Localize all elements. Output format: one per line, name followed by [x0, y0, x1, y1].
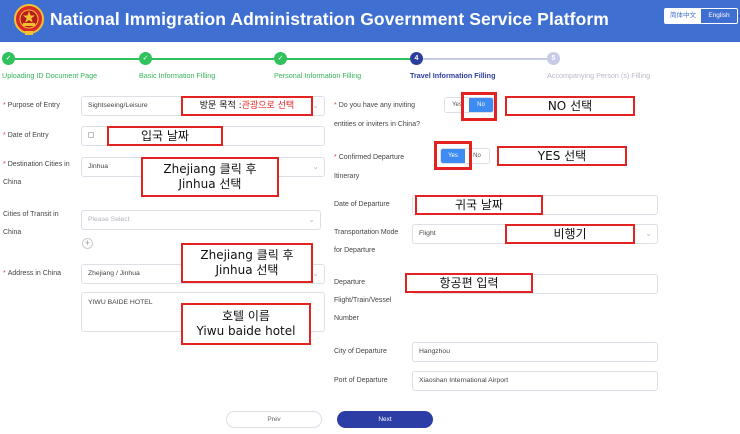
destination-cities-label: * Destination Cities in China — [3, 161, 70, 186]
add-transit-city-button[interactable]: + — [82, 238, 93, 249]
lang-chinese-button[interactable]: 简体中文 — [665, 9, 701, 23]
lang-english-button[interactable]: English — [701, 9, 737, 23]
chevron-down-icon: ⌄ — [645, 229, 652, 238]
city-of-departure-label: City of Departure — [334, 348, 387, 355]
city-of-departure-select[interactable]: Hangzhou — [412, 342, 658, 362]
highlight-yes-option — [434, 141, 472, 170]
step-line-done — [14, 58, 410, 60]
step-5-number: 5 — [547, 52, 560, 65]
annotation-yes-select: YES 선택 — [497, 146, 627, 166]
annotation-destination: Zhejiang 클릭 후 Jinhua 선택 — [141, 157, 279, 197]
departure-number-label: Departure Flight/Train/Vessel Number — [334, 279, 392, 322]
transit-cities-label: Cities of Transit in China — [3, 211, 59, 236]
chevron-down-icon: ⌄ — [312, 101, 319, 110]
platform-title: National Immigration Administration Gove… — [50, 9, 609, 29]
step-5-label: Accompanying Person (s) Filling — [547, 71, 651, 80]
chevron-down-icon: ⌄ — [308, 215, 315, 224]
calendar-icon — [88, 132, 94, 139]
annotation-purpose: 방문 목적 : 관광으로 선택 — [181, 96, 313, 116]
port-of-departure-select[interactable]: Xiaoshan International Airport — [412, 371, 658, 391]
inviting-entities-label: * Do you have any inviting entities or inv… — [334, 102, 420, 128]
step-3-check-icon: ✓ — [274, 52, 287, 65]
port-of-departure-label: Port of Departure — [334, 377, 388, 384]
annotation-flight-input: 항공편 입력 — [405, 273, 533, 293]
prev-button[interactable]: Prev — [226, 411, 322, 428]
step-2-label: Basic Information Filling — [139, 71, 216, 80]
step-line-todo — [423, 58, 547, 60]
step-4-label: Travel Information Filling — [410, 71, 496, 80]
annotation-no-select: NO 선택 — [505, 96, 635, 116]
date-of-entry-label: * Date of Entry — [3, 132, 49, 139]
step-2-check-icon: ✓ — [139, 52, 152, 65]
address-in-china-label: * Address in China — [3, 270, 62, 277]
step-3-label: Personal Information Filling — [274, 71, 362, 80]
chevron-down-icon: ⌄ — [312, 162, 319, 171]
transit-cities-select[interactable]: Please Select ⌄ — [81, 210, 321, 230]
step-1-label: Uploading ID Document Page — [2, 71, 98, 80]
date-of-departure-label: Date of Departure — [334, 201, 390, 208]
next-button[interactable]: Next — [337, 411, 433, 428]
annotation-airplane: 비행기 — [505, 224, 635, 244]
annotation-address: Zhejiang 클릭 후 Jinhua 선택 — [181, 243, 313, 283]
national-emblem-icon — [14, 4, 44, 35]
chevron-down-icon: ⌄ — [312, 269, 319, 278]
annotation-entry-date: 입국 날짜 — [107, 126, 223, 146]
annotation-hotel: 호텔 이름 Yiwu baide hotel — [181, 303, 311, 345]
language-switch[interactable]: 简体中文 English — [664, 8, 738, 24]
annotation-return-date: 귀국 날짜 — [415, 195, 543, 215]
transportation-mode-label: Transportation Mode for Departure — [334, 229, 399, 254]
top-header: National Immigration Administration Gove… — [0, 0, 740, 42]
step-1-check-icon: ✓ — [2, 52, 15, 65]
highlight-no-option — [461, 92, 497, 121]
confirmed-departure-label: * Confirmed Departure Itinerary — [334, 154, 405, 180]
step-4-number: 4 — [410, 52, 423, 65]
purpose-of-entry-label: * Purpose of Entry — [3, 102, 60, 109]
